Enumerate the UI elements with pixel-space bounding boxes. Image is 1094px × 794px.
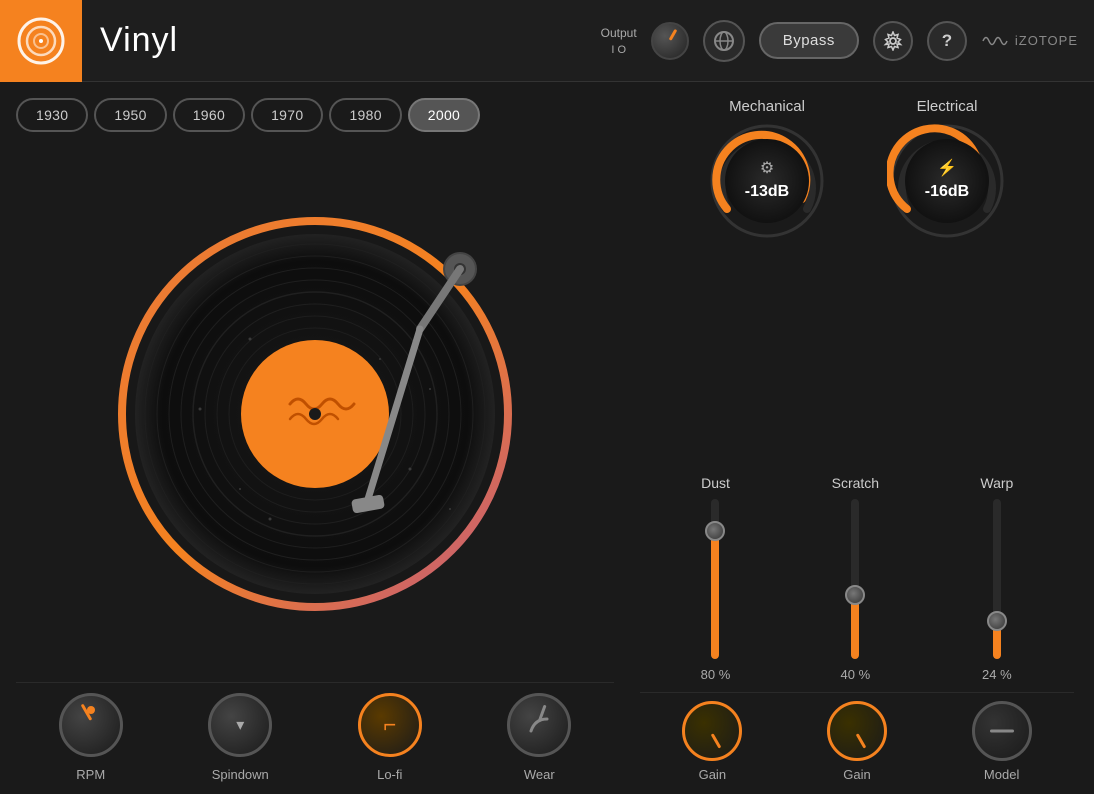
scratch-gain-group: Gain: [827, 701, 887, 782]
era-1950[interactable]: 1950: [94, 98, 166, 132]
link-icon[interactable]: [703, 20, 745, 62]
izotope-wave-icon: [981, 32, 1009, 50]
spindown-group: ▾ Spindown: [208, 693, 272, 782]
scratch-track[interactable]: [851, 499, 859, 659]
link-svg: [713, 30, 735, 52]
era-bar: 1930 1950 1960 1970 1980 2000: [16, 98, 614, 132]
dust-gain-knob[interactable]: [682, 701, 742, 761]
question-icon: ?: [942, 31, 952, 51]
noise-row: Mechanical: [640, 98, 1074, 241]
output-knob[interactable]: [651, 22, 689, 60]
logo-box: [0, 0, 82, 82]
warp-slider-group: Warp 24 %: [980, 475, 1013, 682]
svg-text:⚙: ⚙: [760, 160, 774, 177]
era-1970[interactable]: 1970: [251, 98, 323, 132]
scratch-thumb[interactable]: [845, 585, 865, 605]
era-1960[interactable]: 1960: [173, 98, 245, 132]
model-group: Model: [972, 701, 1032, 782]
turntable-container: [16, 146, 614, 682]
izotope-logo: iZOTOPE: [981, 32, 1078, 50]
lofi-group: ⌐ Lo-fi: [358, 693, 422, 782]
settings-icon: [883, 31, 903, 51]
electrical-dial-svg: ⚡ -16dB: [887, 121, 1007, 241]
lofi-knob[interactable]: ⌐: [358, 693, 422, 757]
sliders-row: Dust 80 % Scratch 40 % Warp: [640, 251, 1074, 682]
settings-button[interactable]: [873, 21, 913, 61]
app-title: Vinyl: [100, 21, 178, 60]
logo-icon: [15, 15, 67, 67]
dust-thumb[interactable]: [705, 521, 725, 541]
dust-track[interactable]: [711, 499, 719, 659]
dust-gain-group: Gain: [682, 701, 742, 782]
model-label: Model: [984, 767, 1019, 782]
lofi-label: Lo-fi: [377, 767, 402, 782]
dust-slider-group: Dust 80 %: [701, 475, 731, 682]
electrical-dial[interactable]: ⚡ -16dB: [887, 121, 1007, 241]
output-io: I O: [611, 44, 626, 56]
mechanical-group: Mechanical: [707, 98, 827, 241]
wear-label: Wear: [524, 767, 555, 782]
wear-icon: [525, 711, 553, 739]
spindown-icon: ▾: [236, 715, 244, 735]
dust-fill: [711, 531, 719, 659]
dust-gain-label: Gain: [699, 767, 726, 782]
model-knob[interactable]: [972, 701, 1032, 761]
scratch-value: 40 %: [841, 667, 871, 682]
electrical-group: Electrical: [887, 98, 1007, 241]
output-label: Output: [601, 26, 637, 40]
header-controls: Output I O Bypass ? iZOTOPE: [601, 20, 1078, 62]
era-2000[interactable]: 2000: [408, 98, 480, 132]
warp-thumb[interactable]: [987, 611, 1007, 631]
left-panel: 1930 1950 1960 1970 1980 2000: [0, 82, 630, 794]
scratch-gain-knob[interactable]: [827, 701, 887, 761]
right-panel: Mechanical: [630, 82, 1094, 794]
scratch-title: Scratch: [832, 475, 879, 491]
output-control: Output I O: [601, 26, 637, 56]
wear-knob[interactable]: [507, 693, 571, 757]
dust-title: Dust: [701, 475, 730, 491]
electrical-title: Electrical: [917, 98, 978, 115]
main-content: 1930 1950 1960 1970 1980 2000: [0, 82, 1094, 794]
gain-row: Gain Gain Model: [640, 692, 1074, 782]
lofi-icon: ⌐: [383, 712, 396, 738]
scratch-slider-group: Scratch 40 %: [832, 475, 879, 682]
bottom-knobs: RPM ▾ Spindown ⌐ Lo-fi We: [16, 682, 614, 782]
warp-value: 24 %: [982, 667, 1012, 682]
warp-title: Warp: [980, 475, 1013, 491]
mechanical-dial[interactable]: ⚙ -13dB: [707, 121, 827, 241]
scratch-gain-label: Gain: [843, 767, 870, 782]
svg-text:-16dB: -16dB: [925, 183, 969, 200]
mechanical-dial-svg: ⚙ -13dB: [707, 121, 827, 241]
wear-group: Wear: [507, 693, 571, 782]
rpm-knob[interactable]: [59, 693, 123, 757]
header: Vinyl Output I O Bypass ?: [0, 0, 1094, 82]
era-1930[interactable]: 1930: [16, 98, 88, 132]
mechanical-title: Mechanical: [729, 98, 805, 115]
dust-value: 80 %: [701, 667, 731, 682]
svg-text:-13dB: -13dB: [745, 183, 789, 200]
era-1980[interactable]: 1980: [329, 98, 401, 132]
help-button[interactable]: ?: [927, 21, 967, 61]
spindown-label: Spindown: [212, 767, 269, 782]
rpm-label: RPM: [76, 767, 105, 782]
rpm-group: RPM: [59, 693, 123, 782]
izotope-text: iZOTOPE: [1015, 33, 1078, 48]
warp-track[interactable]: [993, 499, 1001, 659]
bypass-button[interactable]: Bypass: [759, 22, 859, 59]
turntable-svg: [110, 209, 520, 619]
svg-text:⚡: ⚡: [937, 158, 957, 177]
spindown-knob[interactable]: ▾: [208, 693, 272, 757]
